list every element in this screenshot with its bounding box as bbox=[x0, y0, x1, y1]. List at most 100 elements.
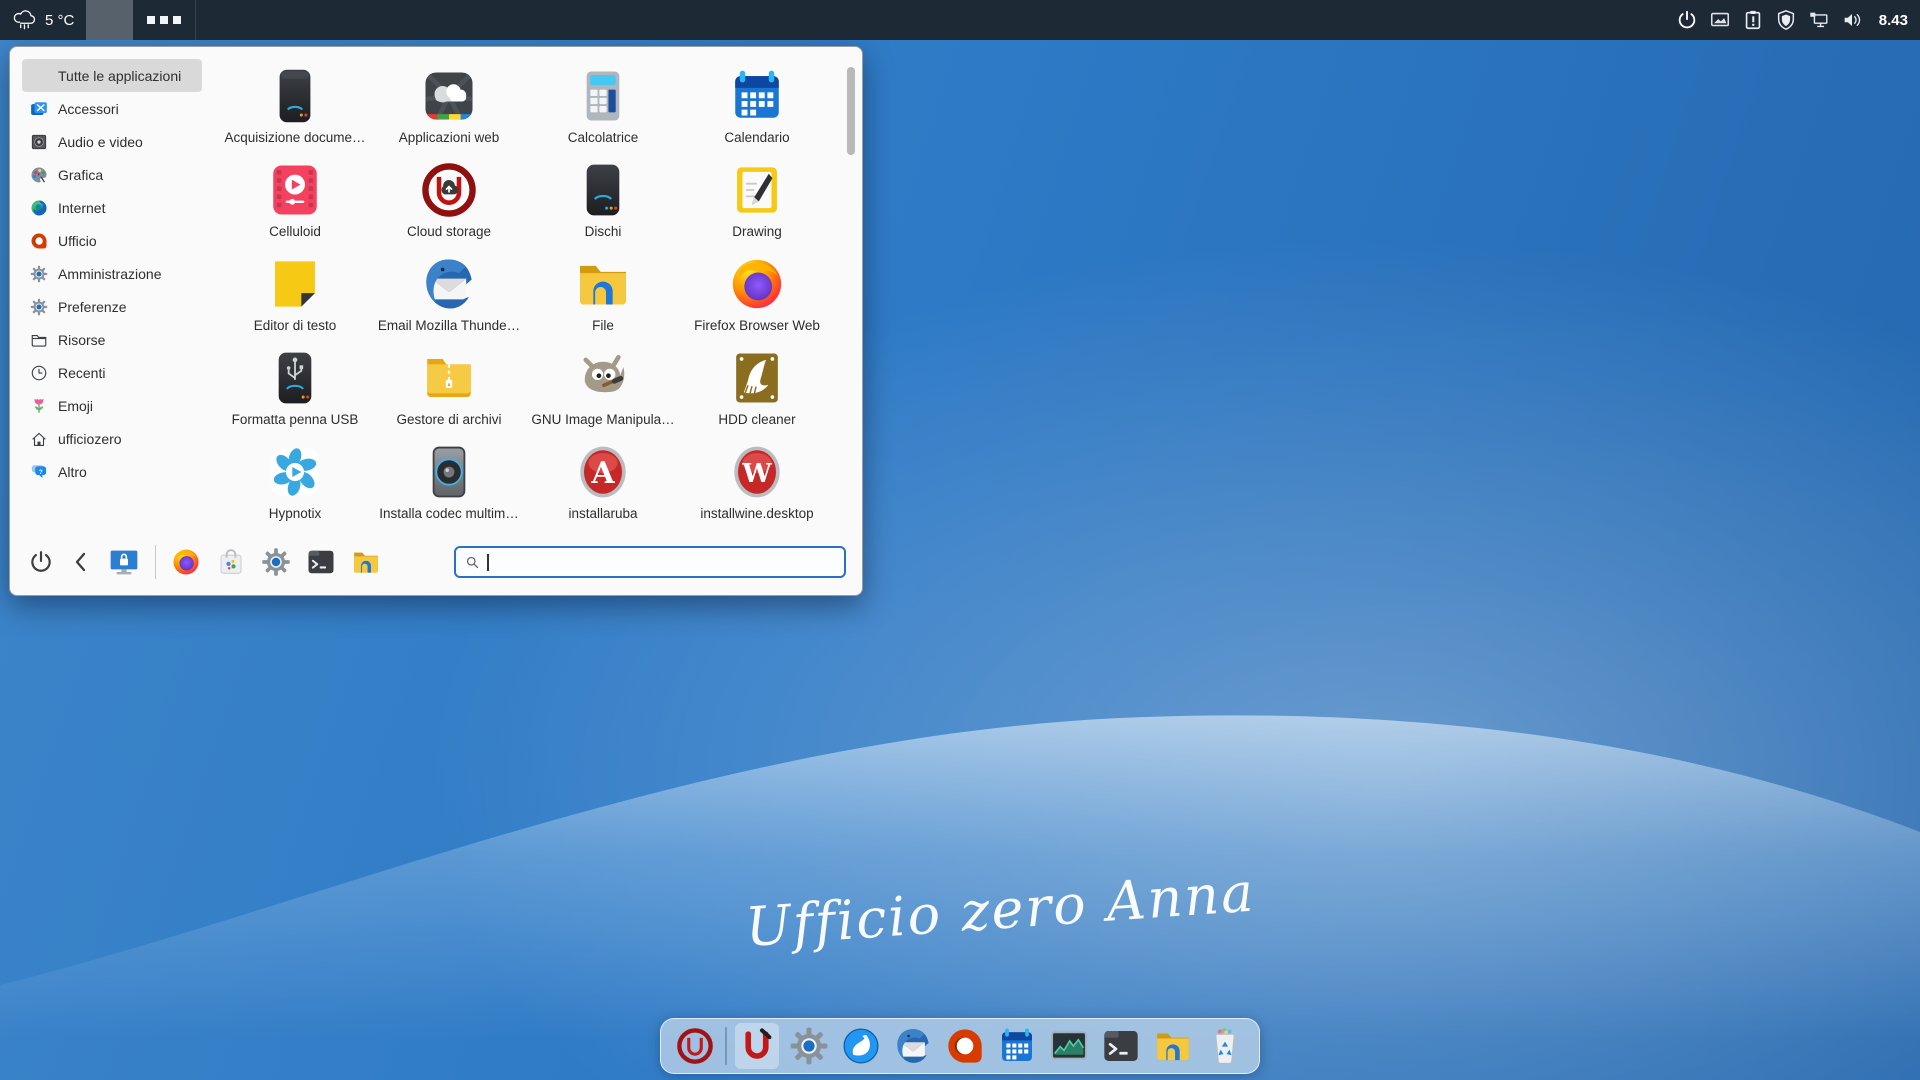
terminal-button[interactable] bbox=[306, 547, 336, 577]
drawing-icon bbox=[728, 161, 786, 219]
dock-trash[interactable] bbox=[1203, 1023, 1247, 1069]
category-risorse[interactable]: Risorse bbox=[22, 323, 202, 356]
back-button[interactable] bbox=[69, 550, 93, 574]
app-label: Applicazioni web bbox=[399, 130, 500, 145]
quit-button[interactable] bbox=[28, 549, 54, 575]
cloud-storage-icon bbox=[420, 161, 478, 219]
app-file[interactable]: File bbox=[526, 255, 680, 349]
category-altro[interactable]: ?Altro bbox=[22, 455, 202, 488]
calendar-icon bbox=[997, 1026, 1037, 1066]
app-gnu-image-manipula[interactable]: GNU Image Manipula… bbox=[526, 349, 680, 443]
app-email-mozilla-thunde[interactable]: Email Mozilla Thunde… bbox=[372, 255, 526, 349]
app-label: GNU Image Manipula… bbox=[531, 412, 674, 427]
app-formatta-penna-usb[interactable]: Formatta penna USB bbox=[218, 349, 372, 443]
app-cloud-storage[interactable]: Cloud storage bbox=[372, 161, 526, 255]
app-installwine-desktop[interactable]: Winstallwine.desktop bbox=[680, 443, 834, 537]
app-hdd-cleaner[interactable]: HDD cleaner bbox=[680, 349, 834, 443]
shield-icon bbox=[1775, 9, 1797, 31]
tray-updates-button[interactable] bbox=[1741, 8, 1765, 32]
tray-network-button[interactable] bbox=[1807, 8, 1831, 32]
folder-outline-icon bbox=[30, 331, 48, 349]
calendar-icon bbox=[728, 67, 786, 125]
app-dischi[interactable]: Dischi bbox=[526, 161, 680, 255]
app-calcolatrice[interactable]: Calcolatrice bbox=[526, 67, 680, 161]
lock-screen-button[interactable] bbox=[108, 546, 140, 578]
category-internet[interactable]: Internet bbox=[22, 191, 202, 224]
app-calendario[interactable]: Calendario bbox=[680, 67, 834, 161]
category-amministrazione[interactable]: Amministrazione bbox=[22, 257, 202, 290]
gear-icon bbox=[261, 547, 291, 577]
grid-dots-icon[interactable] bbox=[133, 16, 195, 24]
search-input[interactable] bbox=[496, 554, 836, 570]
footer-divider bbox=[155, 545, 156, 579]
dock-calendar[interactable] bbox=[995, 1023, 1039, 1069]
dock-ufficiozero-logo[interactable] bbox=[673, 1023, 717, 1069]
files-icon bbox=[351, 547, 381, 577]
dock-terminal[interactable] bbox=[1099, 1023, 1143, 1069]
audio-video-icon bbox=[30, 133, 48, 151]
panel-clock[interactable]: 8.43 bbox=[1879, 12, 1908, 29]
search-box[interactable] bbox=[454, 546, 846, 578]
category-recenti[interactable]: Recenti bbox=[22, 356, 202, 389]
dock-separator bbox=[725, 1027, 727, 1065]
category-tutte-le-applicazioni[interactable]: Tutte le applicazioni bbox=[22, 59, 202, 92]
app-applicazioni-web[interactable]: Applicazioni web bbox=[372, 67, 526, 161]
app-editor-di-testo[interactable]: Editor di testo bbox=[218, 255, 372, 349]
panel-divider bbox=[195, 0, 196, 40]
files-icon bbox=[574, 255, 632, 313]
app-label: Firefox Browser Web bbox=[694, 318, 820, 333]
category-grafica[interactable]: Grafica bbox=[22, 158, 202, 191]
app-grid-scrollbar[interactable] bbox=[847, 67, 855, 155]
software-manager-button[interactable] bbox=[216, 547, 246, 577]
firefox-icon bbox=[728, 255, 786, 313]
app-hypnotix[interactable]: Hypnotix bbox=[218, 443, 372, 537]
dock-office[interactable] bbox=[943, 1023, 987, 1069]
tray-firewall-button[interactable] bbox=[1774, 8, 1798, 32]
weather-applet[interactable]: 5 °C bbox=[0, 0, 86, 40]
text-editor-icon bbox=[266, 255, 324, 313]
dock-wolf-browser[interactable] bbox=[839, 1023, 883, 1069]
category-emoji[interactable]: Emoji bbox=[22, 389, 202, 422]
category-accessori[interactable]: Accessori bbox=[22, 92, 202, 125]
category-ufficio[interactable]: Ufficio bbox=[22, 224, 202, 257]
app-firefox-browser-web[interactable]: Firefox Browser Web bbox=[680, 255, 834, 349]
firefox-button[interactable] bbox=[171, 547, 201, 577]
dock-files[interactable] bbox=[1151, 1023, 1195, 1069]
usb-drive-icon bbox=[266, 349, 324, 407]
app-installaruba[interactable]: Ainstallaruba bbox=[526, 443, 680, 537]
category-label: Emoji bbox=[58, 398, 93, 414]
audio-video-icon bbox=[30, 133, 48, 151]
dock-thunderbird[interactable] bbox=[891, 1023, 935, 1069]
dock-system-monitor[interactable] bbox=[1047, 1023, 1091, 1069]
disks-icon bbox=[574, 161, 632, 219]
settings-button[interactable] bbox=[261, 547, 291, 577]
app-label: Calcolatrice bbox=[568, 130, 639, 145]
menu-button[interactable] bbox=[86, 0, 133, 40]
app-celluloid[interactable]: Celluloid bbox=[218, 161, 372, 255]
archive-icon bbox=[420, 349, 478, 407]
clock-icon bbox=[30, 364, 48, 382]
tray-power-button[interactable] bbox=[1675, 8, 1699, 32]
tray-volume-button[interactable] bbox=[1840, 8, 1864, 32]
gimp-icon bbox=[574, 349, 632, 407]
chat-question-icon: ? bbox=[30, 463, 48, 481]
app-drawing[interactable]: Drawing bbox=[680, 161, 834, 255]
dock-settings[interactable] bbox=[787, 1023, 831, 1069]
archive-icon bbox=[420, 349, 478, 407]
files-button[interactable] bbox=[351, 547, 381, 577]
app-gestore-di-archivi[interactable]: Gestore di archivi bbox=[372, 349, 526, 443]
dock-ufficiozero-pen[interactable] bbox=[735, 1023, 779, 1069]
app-label: Drawing bbox=[732, 224, 782, 239]
category-preferenze[interactable]: Preferenze bbox=[22, 290, 202, 323]
category-ufficiozero[interactable]: ufficiozero bbox=[22, 422, 202, 455]
app-acquisizione-docume[interactable]: Acquisizione docume… bbox=[218, 67, 372, 161]
category-audio-e-video[interactable]: Audio e video bbox=[22, 125, 202, 158]
celluloid-icon bbox=[266, 161, 324, 219]
app-installa-codec-multim[interactable]: Installa codec multim… bbox=[372, 443, 526, 537]
folder-outline-icon bbox=[30, 331, 48, 349]
internet-icon bbox=[30, 199, 48, 217]
lock-screen-icon bbox=[108, 546, 140, 578]
system-monitor-icon bbox=[1049, 1026, 1089, 1066]
tray-display-button[interactable] bbox=[1708, 8, 1732, 32]
text-editor-icon bbox=[266, 255, 324, 313]
